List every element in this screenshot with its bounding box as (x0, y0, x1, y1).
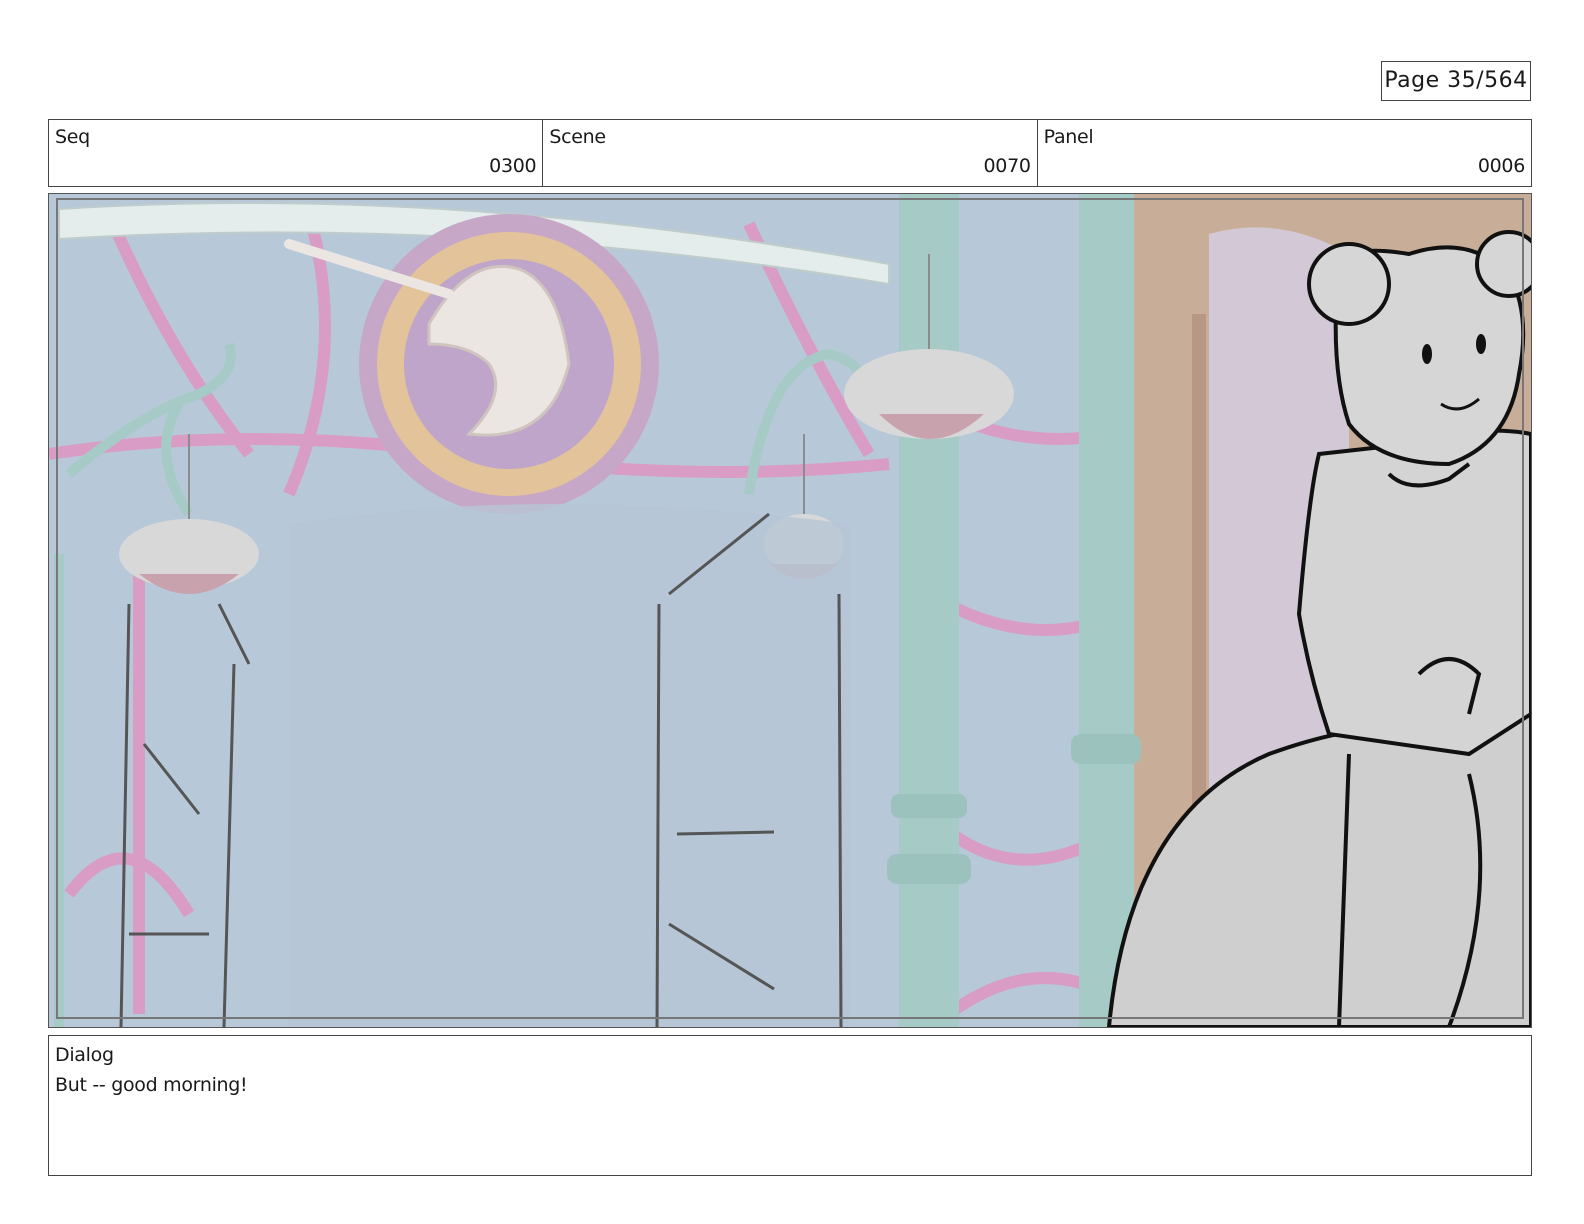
seq-value: 0300 (489, 155, 537, 177)
panel-cell: Panel 0006 (1038, 120, 1531, 186)
storyboard-panel-image (48, 193, 1532, 1028)
storyboard-drawing (49, 194, 1531, 1027)
panel-label: Panel (1043, 126, 1094, 148)
scene-label: Scene (549, 126, 606, 148)
scene-cell: Scene 0070 (543, 120, 1038, 186)
panel-info-header: Seq 0300 Scene 0070 Panel 0006 (48, 119, 1532, 187)
page-number: 35/564 (1447, 68, 1528, 93)
dialog-text: But -- good morning! (55, 1074, 248, 1096)
seq-label: Seq (55, 126, 90, 148)
scene-value: 0070 (983, 155, 1031, 177)
page-number-box: Page 35/564 (1381, 61, 1531, 101)
page-label: Page (1384, 68, 1440, 93)
dialog-box: Dialog But -- good morning! (48, 1035, 1532, 1176)
panel-value: 0006 (1477, 155, 1525, 177)
dialog-label: Dialog (55, 1044, 114, 1066)
seq-cell: Seq 0300 (49, 120, 544, 186)
